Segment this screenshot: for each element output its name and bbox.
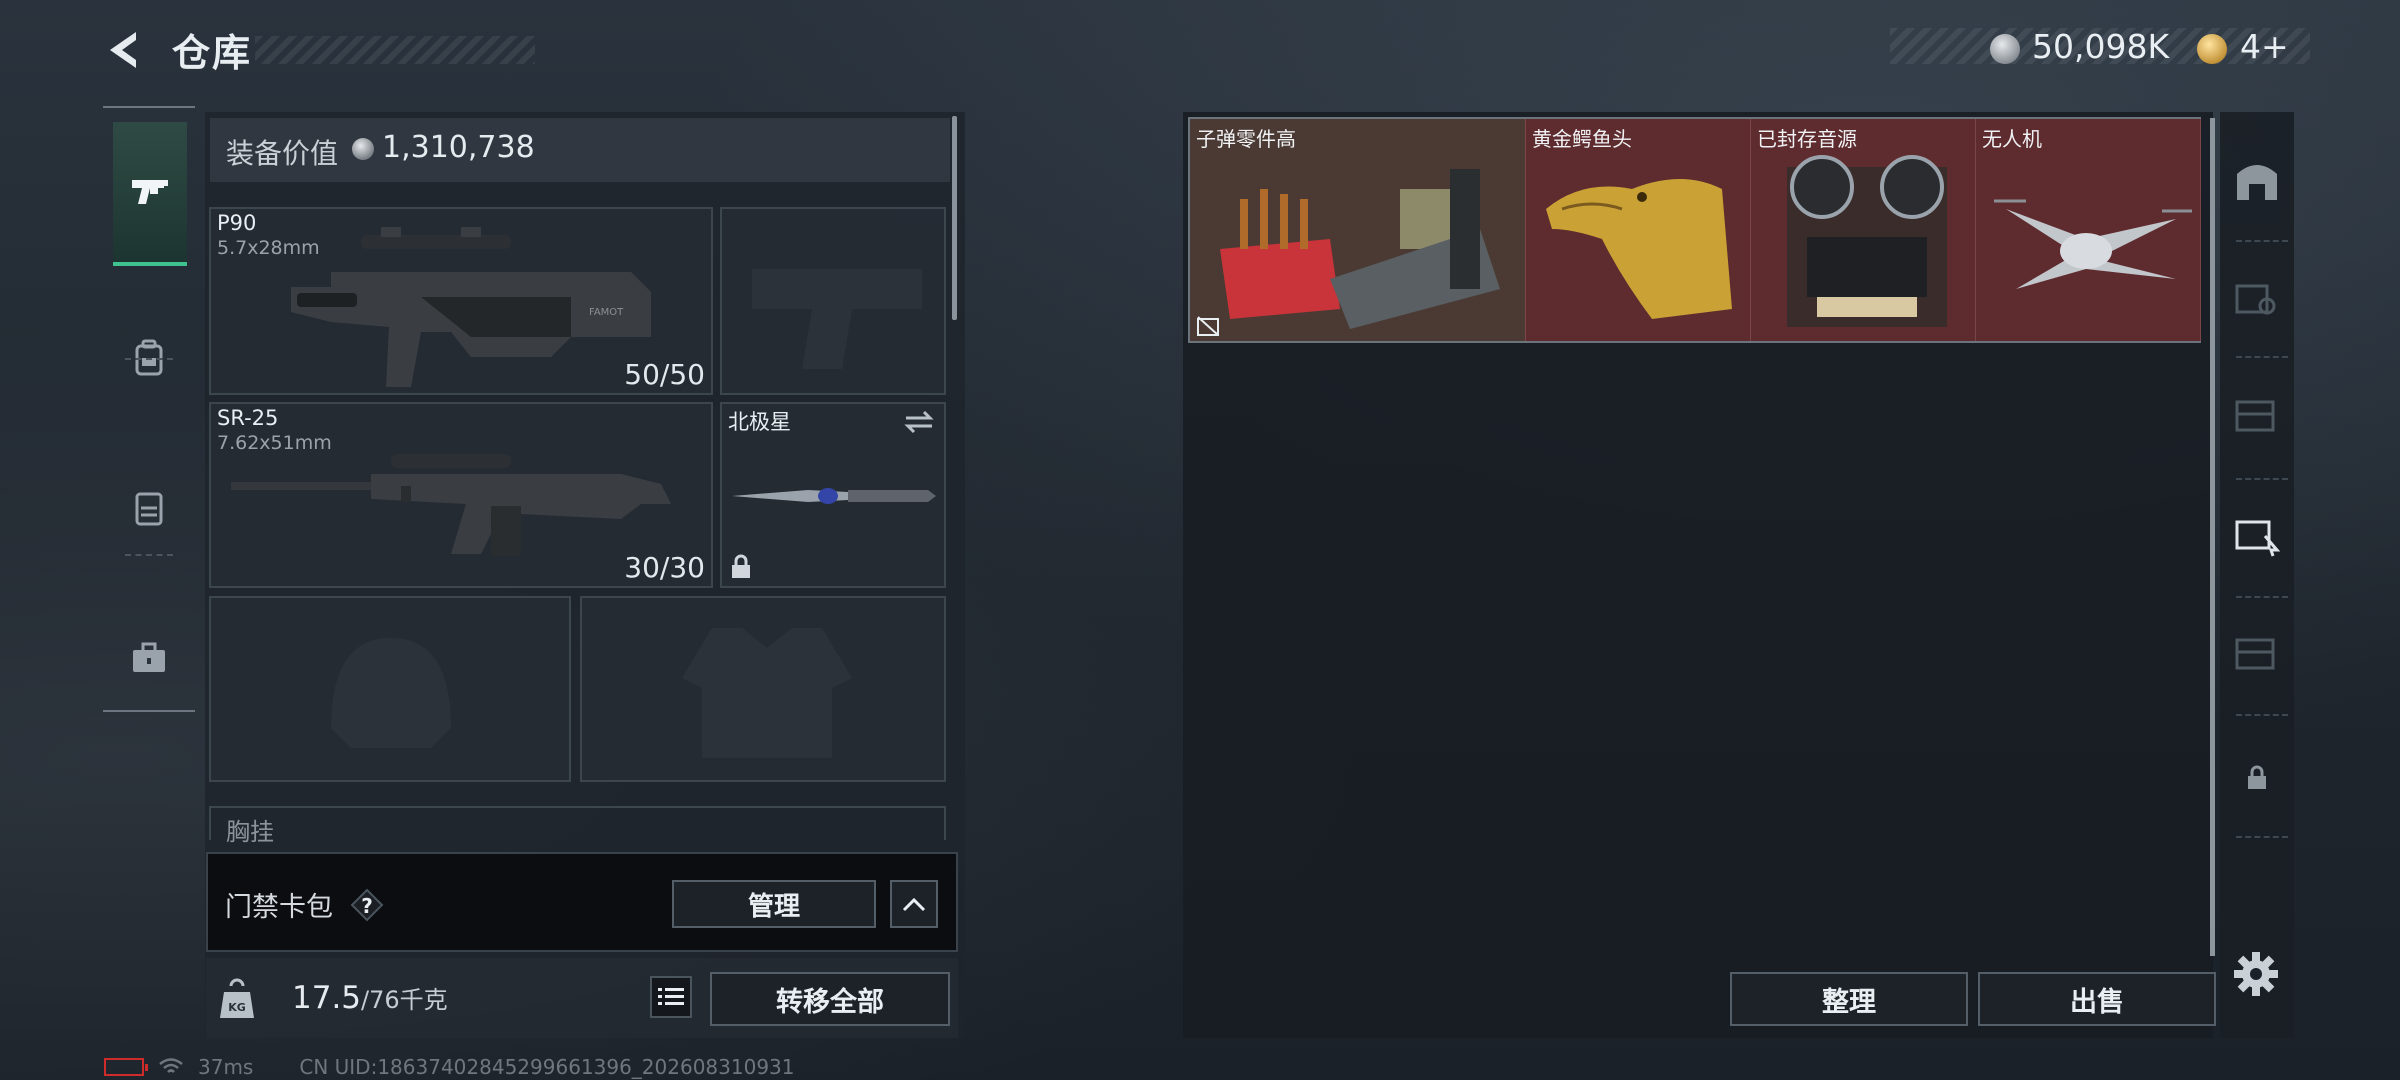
storage-item[interactable]: 无人机	[1976, 119, 2201, 341]
warehouse-icon	[2237, 165, 2277, 200]
manage-button[interactable]: 管理	[672, 880, 876, 928]
list-icon	[658, 988, 684, 1005]
knife-image	[732, 488, 936, 504]
weapon-caliber: 7.62x51mm	[217, 432, 332, 454]
armor-silhouette-icon	[682, 628, 852, 758]
gold-coin-icon	[2197, 34, 2227, 64]
lock-icon	[2248, 765, 2266, 789]
swap-icon[interactable]	[902, 408, 936, 436]
storage-tab-locked[interactable]	[2225, 746, 2289, 810]
briefcase-icon	[133, 642, 165, 672]
expand-button[interactable]	[890, 880, 938, 928]
ammo-count: 30/30	[624, 551, 705, 584]
pistol-silhouette-icon	[752, 269, 922, 369]
shelf-icon	[2235, 400, 2275, 432]
status-row: 37ms CN UID:18637402845299661396_2026083…	[104, 1055, 795, 1079]
melee-slot[interactable]: 北极星	[720, 402, 946, 588]
shelf-icon	[2235, 638, 2275, 670]
pistol-slot[interactable]	[720, 207, 946, 395]
weight-icon: KG	[218, 978, 256, 1020]
settings-button[interactable]	[2230, 948, 2282, 1000]
weight-display: 17.5/76千克	[292, 980, 448, 1016]
weapon-name: SR-25	[217, 406, 279, 430]
item-name: 已封存音源	[1757, 127, 1857, 151]
wifi-icon	[159, 1058, 183, 1073]
currency-secondary-value[interactable]: 4+	[2240, 27, 2289, 66]
item-name: 无人机	[1982, 127, 2042, 151]
keycard-label: 门禁卡包	[225, 892, 333, 923]
tape-recorder-image	[1787, 155, 1947, 327]
weight-max: /76千克	[361, 986, 448, 1014]
svg-text:?: ?	[361, 894, 373, 918]
item-name: 黄金鳄鱼头	[1532, 127, 1632, 151]
weight-current: 17.5	[292, 980, 362, 1016]
weapon-name: P90	[217, 211, 257, 235]
lock-icon	[732, 554, 750, 578]
storage-tab-3[interactable]	[2225, 382, 2289, 446]
nav-tab-weapons[interactable]	[113, 122, 187, 266]
back-button[interactable]	[100, 26, 148, 74]
nav-tab-case[interactable]	[103, 588, 195, 728]
battery-icon	[104, 1058, 148, 1076]
ammo-count: 50/50	[624, 358, 705, 391]
help-icon[interactable]: ?	[350, 888, 384, 922]
transfer-all-button[interactable]: 转移全部	[710, 972, 950, 1026]
storage-scrollbar[interactable]	[2210, 118, 2215, 956]
page-title: 仓库	[172, 31, 253, 75]
helmet-silhouette-icon	[331, 638, 451, 748]
storage-tab-5[interactable]	[2225, 620, 2289, 684]
storage-tab-4[interactable]	[2225, 502, 2289, 566]
item-name: 子弹零件高	[1196, 127, 1296, 151]
silver-coin-icon	[1990, 34, 2020, 64]
gear-icon	[2234, 952, 2278, 996]
sort-button[interactable]: 整理	[1730, 972, 1968, 1026]
svg-text:FAMOT: FAMOT	[589, 307, 624, 318]
chest-rig-slot[interactable]	[209, 806, 946, 840]
shelf-cursor-icon	[2235, 520, 2281, 557]
storage-tab-nav	[2220, 112, 2294, 1038]
chest-rig-label: 胸挂	[226, 818, 274, 846]
equipment-category-nav	[103, 106, 195, 712]
sell-button[interactable]: 出售	[1978, 972, 2216, 1026]
drone-image	[1994, 199, 2192, 289]
equipment-scrollbar[interactable]	[952, 116, 957, 320]
no-image-icon	[1197, 316, 1219, 336]
ammo-crate-image	[1220, 169, 1500, 329]
secondary-weapon-slot[interactable]: SR-25 7.62x51mm 30/30	[209, 402, 713, 588]
p90-rifle-image: FAMOT	[291, 227, 651, 387]
melee-name: 北极星	[728, 410, 791, 434]
svg-text:KG: KG	[228, 1001, 246, 1014]
list-view-button[interactable]	[650, 976, 692, 1018]
primary-weapon-slot[interactable]: FAMOT P90 5.7x28mm 50/50	[209, 207, 713, 395]
uid-text: CN UID:18637402845299661396_202608310931	[299, 1055, 795, 1079]
shelf-search-icon	[2235, 284, 2276, 315]
ping-text: 37ms	[198, 1055, 254, 1079]
chevron-up-icon	[902, 897, 926, 912]
golden-crocodile-head-image	[1546, 179, 1732, 319]
gun-icon	[132, 180, 168, 204]
storage-item[interactable]: 子弹零件高	[1190, 119, 1526, 341]
equipment-value: 1,310,738	[382, 130, 535, 165]
storage-item[interactable]: 黄金鳄鱼头	[1526, 119, 1751, 341]
storage-tab-main[interactable]	[2225, 148, 2289, 212]
storage-tab-2[interactable]	[2225, 266, 2289, 330]
storage-item[interactable]: 已封存音源	[1751, 119, 1976, 341]
armor-slot[interactable]	[580, 596, 946, 782]
currency-main-value: 50,098K	[2032, 27, 2170, 66]
chevron-left-icon	[110, 32, 136, 68]
weapon-caliber: 5.7x28mm	[217, 237, 320, 259]
nav-tab-vest[interactable]	[103, 438, 195, 578]
helmet-slot[interactable]	[209, 596, 571, 782]
silver-coin-icon	[352, 138, 374, 160]
title-decoration	[255, 36, 535, 64]
vest-icon	[135, 492, 163, 526]
equipment-value-label: 装备价值	[226, 137, 339, 170]
storage-grid: 子弹零件高 黄金鳄鱼头 已封存音源 无人机	[1188, 117, 2201, 343]
